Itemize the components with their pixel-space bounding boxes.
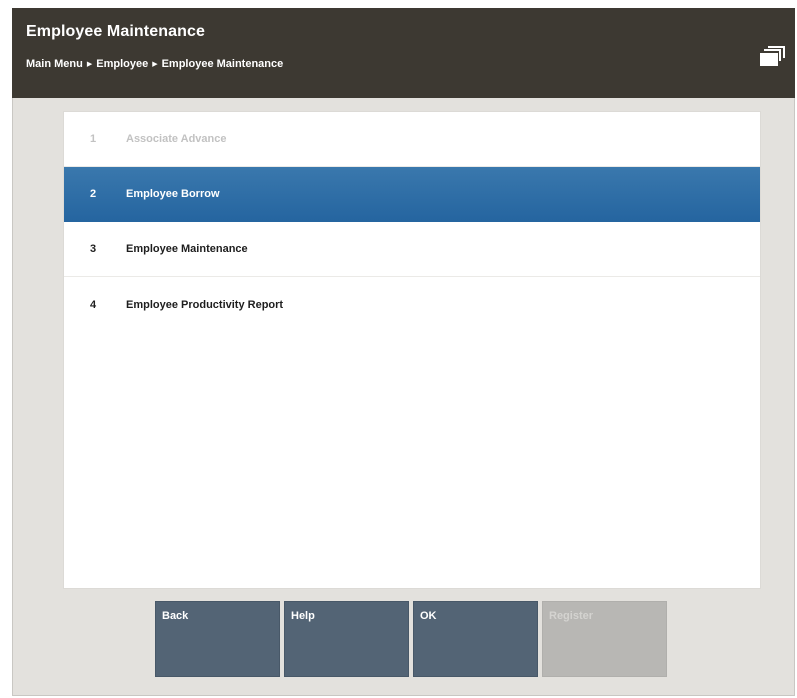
menu-item-label: Associate Advance	[126, 133, 227, 145]
menu-item-label: Employee Maintenance	[126, 243, 248, 255]
header-bar: Employee Maintenance Main Menu ▶ Employee ▶…	[12, 8, 795, 98]
menu-item-employee-productivity-report[interactable]: 4 Employee Productivity Report	[64, 277, 760, 332]
menu-item-employee-borrow[interactable]: 2 Employee Borrow	[64, 167, 760, 222]
register-button: Register	[542, 601, 667, 677]
menu-item-label: Employee Borrow	[126, 188, 220, 200]
breadcrumb-item-employee: Employee	[96, 58, 149, 70]
breadcrumb-item-employee-maintenance: Employee Maintenance	[161, 58, 284, 70]
breadcrumb-item-main-menu: Main Menu	[26, 58, 83, 70]
menu-item-number: 2	[90, 188, 97, 200]
menu-panel: 1 Associate Advance 2 Employee Borrow 3 …	[63, 111, 761, 589]
help-button[interactable]: Help	[284, 601, 409, 677]
menu-item-associate-advance: 1 Associate Advance	[64, 112, 760, 167]
menu-item-number: 3	[90, 243, 97, 255]
page-title: Employee Maintenance	[26, 23, 205, 40]
back-button[interactable]: Back	[155, 601, 280, 677]
menu-item-label: Employee Productivity Report	[126, 298, 284, 311]
menu-item-employee-maintenance[interactable]: 3 Employee Maintenance	[64, 222, 760, 277]
breadcrumb-separator-icon: ▶	[86, 61, 93, 68]
breadcrumb: Main Menu ▶ Employee ▶ Employee Maintenance	[26, 58, 283, 70]
windows-icon[interactable]	[759, 44, 787, 68]
menu-item-number: 4	[90, 298, 97, 311]
ok-button[interactable]: OK	[413, 601, 538, 677]
menu-item-number: 1	[90, 133, 97, 145]
breadcrumb-separator-icon: ▶	[152, 61, 158, 68]
